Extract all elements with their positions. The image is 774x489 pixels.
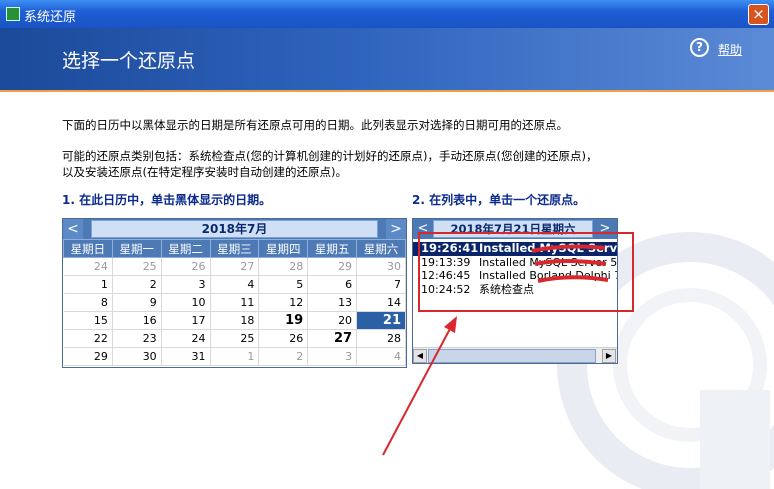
restore-point-list[interactable]: 19:26:41Installed MySQL Serv 19:13:39 Inst… [413, 241, 618, 297]
restore-point-item[interactable]: 19:26:41Installed MySQL Serv [413, 241, 618, 256]
calendar-day-cell[interactable]: 22 [63, 329, 113, 348]
calendar-day-cell[interactable]: 14 [356, 293, 406, 312]
prev-day-button[interactable]: < [415, 219, 431, 239]
calendar-day-cell[interactable]: 28 [356, 329, 406, 348]
weekday-header: 星期日 [63, 239, 113, 258]
calendar-day-cell[interactable]: 2 [112, 275, 162, 294]
restore-point-item[interactable]: 12:46:45 Installed Borland Delphi 7 [413, 269, 617, 283]
restore-point-description: 系统检查点 [479, 282, 534, 296]
calendar-month-label: 2018年7月 [91, 220, 378, 238]
restore-point-time: 10:24:52 [421, 282, 471, 296]
calendar-day-cell[interactable]: 16 [112, 311, 162, 330]
calendar-day-cell[interactable]: 5 [258, 275, 309, 294]
calendar-day-cell[interactable]: 26 [161, 257, 211, 276]
calendar-day-cell[interactable]: 24 [161, 329, 211, 348]
weekday-header: 星期五 [307, 239, 358, 258]
calendar-day-cell[interactable]: 2 [258, 347, 309, 366]
calendar-day-cell[interactable]: 25 [210, 329, 260, 348]
next-month-button[interactable]: > [386, 219, 406, 239]
restore-point-time: 12:46:45 [421, 269, 471, 282]
calendar-day-cell[interactable]: 6 [307, 275, 358, 294]
calendar-day-cell[interactable]: 3 [307, 347, 358, 366]
weekday-header: 星期四 [258, 239, 309, 258]
page-header: 选择一个还原点 ? 帮助 [0, 28, 774, 90]
calendar-week-row: 24 25 26 27 28 29 30 [63, 257, 406, 276]
restore-point-time: 19:26:41 [421, 241, 479, 255]
restore-list-nav: < 2018年7月21日星期六 > [413, 219, 617, 239]
header-divider [0, 90, 774, 92]
restore-point-panel: < 2018年7月21日星期六 > 19:26:41Installed MySQ… [412, 218, 618, 364]
restore-point-description: Installed Borland Delphi 7 [479, 269, 618, 282]
calendar-day-cell[interactable]: 18 [210, 311, 260, 330]
calendar-day-cell[interactable]: 25 [112, 257, 162, 276]
calendar-day-cell[interactable]: 24 [63, 257, 113, 276]
calendar-day-cell[interactable]: 7 [356, 275, 406, 294]
calendar-grid: 星期日 星期一 星期二 星期三 星期四 星期五 星期六 24 25 26 27 28 29 30 1 2 3 4… [63, 239, 406, 366]
calendar-day-cell[interactable]: 30 [112, 347, 162, 366]
title-bar: 系统还原 × [0, 0, 774, 28]
calendar-day-cell[interactable]: 4 [210, 275, 260, 294]
restore-list-date: 2018年7月21日星期六 [433, 220, 593, 238]
calendar-day-cell[interactable]: 28 [258, 257, 309, 276]
page-title: 选择一个还原点 [62, 50, 196, 72]
calendar-day-cell[interactable]: 19 [258, 311, 309, 330]
calendar-day-cell[interactable]: 27 [307, 329, 358, 348]
system-restore-app-icon [6, 7, 20, 21]
calendar-week-row: 22 23 24 25 26 27 28 [63, 329, 406, 348]
calendar-day-cell[interactable]: 27 [210, 257, 260, 276]
prev-month-button[interactable]: < [63, 219, 83, 239]
calendar-day-cell[interactable]: 21 [356, 311, 406, 330]
calendar-week-row: 1234567 [63, 275, 406, 294]
calendar-week-row: 29 30 31 1 2 3 4 [63, 347, 406, 366]
scroll-thumb[interactable] [428, 349, 596, 363]
weekday-header: 星期二 [160, 239, 211, 258]
calendar-day-cell[interactable]: 12 [258, 293, 309, 312]
scroll-right-icon[interactable]: ▶ [602, 349, 616, 363]
help-link[interactable]: 帮助 [718, 41, 742, 58]
horizontal-scrollbar[interactable]: ◀ ▶ [413, 347, 617, 363]
restore-point-item[interactable]: 10:24:52 系统检查点 [413, 283, 617, 297]
calendar-day-cell[interactable]: 26 [258, 329, 309, 348]
calendar-day-cell[interactable]: 1 [63, 275, 113, 294]
description-line-1: 下面的日历中以黑体显示的日期是所有还原点可用的日期。此列表显示对选择的日期可用的… [62, 118, 568, 132]
calendar-nav: < 2018年7月 > [63, 219, 406, 239]
scroll-left-icon[interactable]: ◀ [413, 349, 427, 363]
window-title: 系统还原 [24, 10, 77, 25]
calendar-day-cell[interactable]: 11 [210, 293, 260, 312]
close-button[interactable]: × [748, 4, 769, 25]
calendar-day-cell[interactable]: 29 [307, 257, 358, 276]
calendar-day-cell[interactable]: 15 [63, 311, 113, 330]
calendar-week-row: 15 16 17 18 19 20 21 [63, 311, 406, 330]
calendar-day-cell[interactable]: 8 [63, 293, 113, 312]
calendar-day-cell[interactable]: 30 [356, 257, 406, 276]
calendar-day-cell[interactable]: 20 [307, 311, 358, 330]
calendar-day-cell[interactable]: 17 [161, 311, 211, 330]
help-icon[interactable]: ? [690, 38, 709, 57]
weekday-header: 星期六 [356, 239, 406, 258]
calendar-week-row: 8 9 10 11 12 13 14 [63, 293, 406, 312]
calendar-day-cell[interactable]: 23 [112, 329, 162, 348]
restore-point-description: Installed MySQL Serv [479, 241, 618, 255]
step2-title: 2. 在列表中，单击一个还原点。 [412, 193, 586, 207]
calendar-day-cell[interactable]: 3 [161, 275, 211, 294]
calendar-day-cell[interactable]: 9 [112, 293, 162, 312]
calendar-day-cell[interactable]: 13 [307, 293, 358, 312]
next-day-button[interactable]: > [597, 219, 613, 239]
restore-point-time: 19:13:39 [421, 255, 471, 269]
calendar-day-cell[interactable]: 31 [161, 347, 211, 366]
calendar-day-cell[interactable]: 10 [161, 293, 211, 312]
description-line-2: 可能的还原点类别包括：系统检查点(您的计算机创建的计划好的还原点)，手动还原点(… [62, 149, 598, 163]
calendar-day-cell[interactable]: 1 [210, 347, 260, 366]
weekday-header: 星期三 [209, 239, 260, 258]
restore-point-description: Installed MySQL Server 5 [479, 255, 618, 269]
calendar-day-cell[interactable]: 4 [356, 347, 406, 366]
step1-title: 1. 在此日历中，单击黑体显示的日期。 [62, 193, 272, 207]
restore-point-item[interactable]: 19:13:39 Installed MySQL Server 5 [413, 256, 617, 270]
restore-calendar: < 2018年7月 > 星期日 星期一 星期二 星期三 星期四 星期五 星期六 24 25 26… [62, 218, 407, 368]
calendar-day-cell[interactable]: 29 [63, 347, 113, 366]
description-line-3: 以及安装还原点(在特定程序安装时自动创建的还原点)。 [62, 165, 347, 179]
weekday-header: 星期一 [111, 239, 162, 258]
